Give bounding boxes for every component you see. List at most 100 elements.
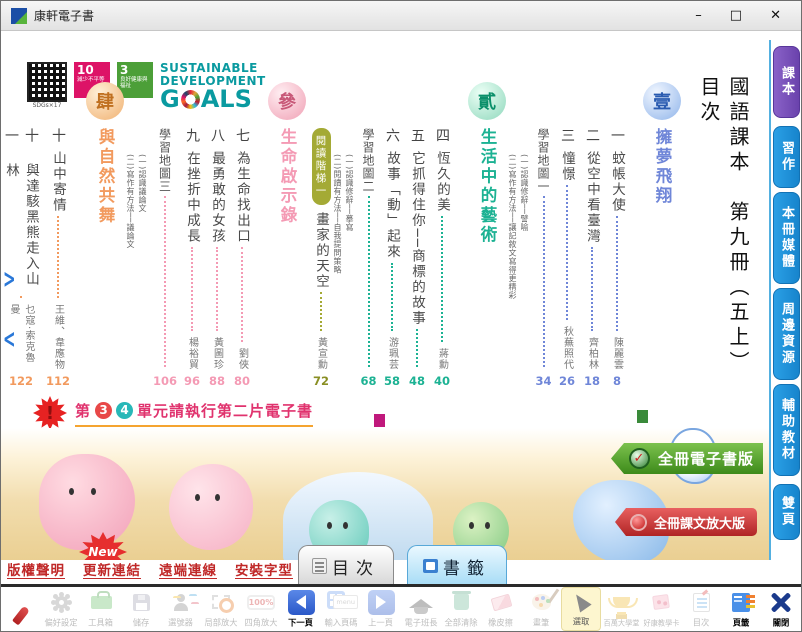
bottom-tab-bookmark[interactable]: 書籤 — [407, 545, 507, 586]
toc-lesson-3[interactable]: 三憧憬 秋蕪照代26 — [557, 76, 577, 388]
tool-page-tabs[interactable]: 頁籤 — [721, 587, 761, 631]
toc-lesson-9[interactable]: 九在挫折中成長 楊裕貿96 — [182, 76, 202, 388]
unit-1: 壹 擁夢飛翔 一蚊帳大使 陳麗雲8 二從空中看臺灣 齊柏林18 三憧憬 秋蕪照代… — [506, 76, 681, 388]
footer-links: 版權聲明 更新連結 遠端連線 安裝字型 — [7, 559, 293, 579]
tool-select[interactable]: 選取 — [561, 587, 601, 631]
next-page-arrow-icon — [288, 590, 315, 615]
toc-map-2-sub-2: (二)閱讀有方法──自我提問策略 — [332, 76, 343, 388]
tool-million-school[interactable]: 百萬大學堂 — [601, 587, 641, 631]
toc-lesson-1[interactable]: 一蚊帳大使 陳麗雲8 — [607, 76, 627, 388]
tool-next-page[interactable]: 下一頁 — [281, 587, 321, 631]
tool-toc[interactable]: 目次 — [681, 587, 721, 631]
bottom-toolbar: 偏好設定 工具箱 儲存 選號器 局部放大 100% 四角放大 — [1, 584, 801, 631]
link-update[interactable]: 更新連結 — [83, 559, 141, 579]
tab-peripheral-resources[interactable]: 周邊資源 — [773, 288, 800, 380]
trash-icon — [454, 594, 469, 610]
close-x-icon — [770, 591, 792, 613]
panel-back-chevron[interactable]: < — [3, 324, 16, 355]
tool-number-picker[interactable]: 選號器 — [161, 587, 201, 631]
full-ebook-button[interactable]: ✓ 全冊電子書版 — [611, 443, 763, 474]
toc-lesson-10[interactable]: 十山中寄情 王維、韋應物112 — [46, 76, 70, 388]
link-copyright[interactable]: 版權聲明 — [7, 559, 65, 579]
zoom-100-icon: 100% — [247, 595, 276, 610]
card-icon — [652, 594, 670, 610]
tool-class-captain[interactable]: 電子班長 — [401, 587, 441, 631]
tool-red-pen[interactable] — [1, 587, 41, 631]
link-fonts[interactable]: 安裝字型 — [235, 559, 293, 579]
minimize-button[interactable]: – — [695, 9, 702, 22]
link-remote[interactable]: 遠端連線 — [159, 559, 217, 579]
page-tabs-icon — [732, 593, 750, 612]
window-title: 康軒電子書 — [34, 7, 94, 24]
toc-map-3[interactable]: 學習地圖三 106 — [153, 76, 177, 388]
toc-lesson-6[interactable]: 六故事「動」起來 游珮芸58 — [382, 76, 402, 388]
tool-clear-all[interactable]: 全部清除 — [441, 587, 481, 631]
check-badge-icon: ✓ — [629, 448, 650, 469]
right-tab-rail: 課本 習作 本冊媒體 周邊資源 輔助教材 雙頁 — [771, 40, 801, 561]
cursor-arrow-icon — [570, 590, 591, 612]
tool-preferences[interactable]: 偏好設定 — [41, 587, 81, 631]
toc-lesson-7[interactable]: 七為生命找出口 劉俠80 — [232, 76, 252, 388]
floppy-save-icon — [133, 594, 150, 611]
app-logo-icon — [11, 8, 27, 24]
toc-tab-icon — [312, 558, 327, 574]
unit-1-badge: 壹 — [643, 82, 681, 120]
tab-double-page[interactable]: 雙頁 — [773, 484, 800, 540]
mascot-pink-2 — [169, 464, 253, 550]
toc-reading-ladder-1[interactable]: 閱讀階梯一 畫家的天空 黃宣勳 72 — [311, 76, 331, 388]
tool-toolbox[interactable]: 工具箱 — [81, 587, 121, 631]
full-text-zoom-button[interactable]: 全冊課文放大版 — [615, 508, 757, 536]
magnifier-region-icon — [212, 595, 230, 609]
unit-3: 參 生命啟示錄 七為生命找出口 劉俠80 八最勇敢的女孩 黃圖珍88 九在挫折中… — [124, 76, 306, 388]
bottom-tab-toc[interactable]: 目次 — [298, 545, 394, 586]
toc-map-2-sub-1: (一)認識修辭──摹寫 — [344, 76, 355, 388]
tool-corner-zoom[interactable]: 100% 四角放大 — [241, 587, 281, 631]
tab-auxiliary-materials[interactable]: 輔助教材 — [773, 384, 800, 476]
graduation-cap-icon — [409, 599, 433, 608]
tab-workbook[interactable]: 習作 — [773, 126, 800, 188]
toc-lesson-2[interactable]: 二從空中看臺灣 齊柏林18 — [582, 76, 602, 388]
tool-prev-page[interactable]: 上一頁 — [361, 587, 401, 631]
trophy-icon — [613, 597, 630, 608]
warning-unit-4-badge: 4 — [116, 402, 133, 419]
toc-map-1-sub-2: (二)寫作有方法──讓記敘文寫得更精彩 — [507, 76, 518, 388]
red-pen-icon — [12, 605, 30, 625]
toc-lesson-5[interactable]: 五它抓得住你──商標的故事 48 — [407, 76, 427, 388]
sdg-mini-green-icon — [637, 410, 648, 423]
page-number-menu-icon: menu — [327, 591, 355, 614]
close-button[interactable]: ✕ — [770, 9, 781, 22]
toc-lesson-4[interactable]: 四恆久的美 蔣勳40 — [432, 76, 452, 388]
mascot-pink-1 — [39, 454, 135, 550]
eraser-icon — [490, 593, 512, 611]
tool-save[interactable]: 儲存 — [121, 587, 161, 631]
panel-open-chevron[interactable]: > — [3, 264, 16, 295]
tab-textbook[interactable]: 課本 — [773, 46, 800, 118]
maximize-button[interactable]: □ — [730, 9, 742, 22]
tab-book-media[interactable]: 本冊媒體 — [773, 192, 800, 284]
tool-close[interactable]: 關閉 — [761, 587, 801, 631]
tool-paintbrush[interactable]: 畫筆 — [521, 587, 561, 631]
toc-map-1[interactable]: 學習地圖一 34 — [535, 76, 552, 388]
app-window: 康軒電子書 – □ ✕ SDGs×17 10 減少不平等 3 良好健康與福祉 — [0, 0, 802, 632]
tool-eraser[interactable]: 橡皮擦 — [481, 587, 521, 631]
toc-map-3-sub-1: (一)認識議論文 — [137, 76, 148, 388]
toc-map-2[interactable]: 學習地圖二 68 — [360, 76, 377, 388]
tool-enter-page-number[interactable]: menu 輸入頁碼 — [321, 587, 361, 631]
checklist-icon — [693, 593, 710, 612]
unit-2-header: 貳 生活中的藝術 — [468, 76, 506, 388]
tool-teaching-cards[interactable]: 好康教學卡 — [641, 587, 681, 631]
toc-map-1-sub-1: (一)認識修辭──譬喻 — [519, 76, 530, 388]
unit-1-header: 壹 擁夢飛翔 — [643, 76, 681, 388]
toc-lesson-8[interactable]: 八最勇敢的女孩 黃圖珍88 — [207, 76, 227, 388]
sdg-mini-pink-icon — [374, 414, 385, 427]
unit-4-header: 肆 與自然共舞 — [86, 76, 124, 388]
table-of-contents: 國語課本 第九冊（五上） 目次 壹 擁夢飛翔 一蚊帳大使 陳麗雲8 二從空中看臺… — [29, 76, 753, 388]
prev-page-arrow-icon — [368, 590, 395, 615]
unit-3-badge: 參 — [268, 82, 306, 120]
disc-warning: ! 第 3 4 單元請執行第二片電子書 — [33, 396, 313, 430]
app-body: SDGs×17 10 減少不平等 3 良好健康與福祉 SUSTAINABLE D… — [1, 32, 801, 631]
toc-map-3-sub-2: (二)寫作有方法──議論文 — [125, 76, 136, 388]
gear-icon — [55, 596, 68, 609]
tool-partial-zoom[interactable]: 局部放大 — [201, 587, 241, 631]
unit-2-badge: 貳 — [468, 82, 506, 120]
